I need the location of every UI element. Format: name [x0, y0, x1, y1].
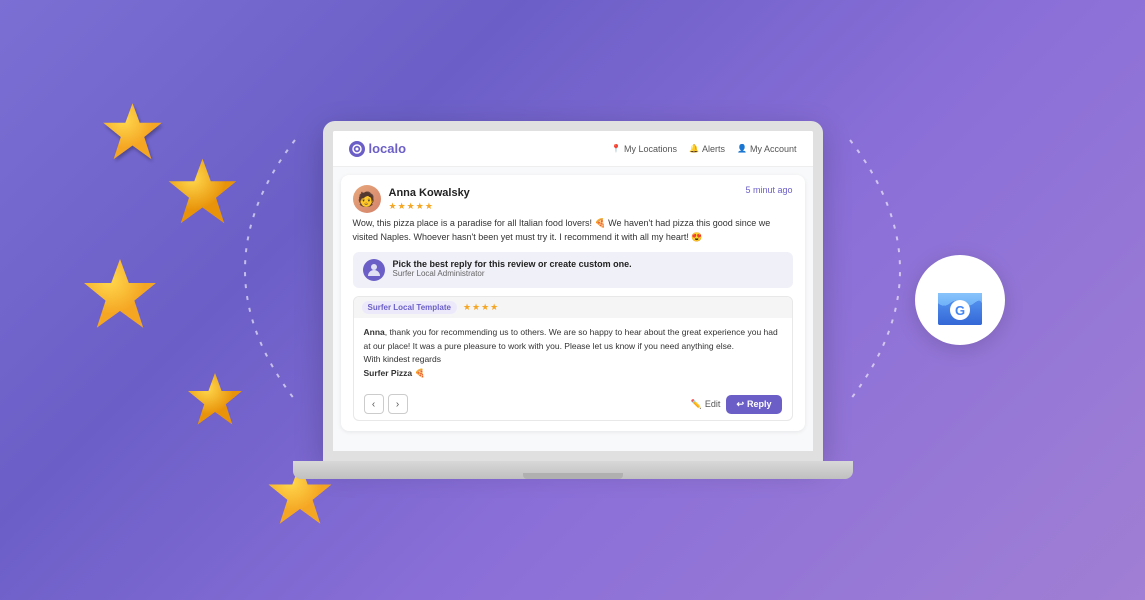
star-4: ★ — [416, 201, 424, 212]
prev-arrow-button[interactable]: ‹ — [364, 394, 384, 414]
reply-button[interactable]: ↩ Reply — [726, 395, 781, 414]
reviewer-name: Anna Kowalsky — [389, 187, 470, 199]
admin-subtitle: Surfer Local Administrator — [393, 269, 632, 278]
navbar: localo 📍 My Locations 🔔 Alerts 👤 — [333, 131, 813, 167]
laptop-base — [293, 461, 853, 479]
star-2: ★ — [398, 201, 406, 212]
nav-arrows: ‹ › — [364, 394, 408, 414]
action-buttons: ✏️ Edit ↩ Reply — [691, 395, 782, 414]
laptop-wrapper: localo 📍 My Locations 🔔 Alerts 👤 — [293, 121, 853, 479]
pencil-icon: ✏️ — [691, 399, 702, 410]
star-decoration-1 — [100, 100, 165, 170]
template-badge: Surfer Local Template — [362, 301, 457, 314]
star-decoration-4 — [185, 370, 245, 435]
template-footer: ‹ › ✏️ Edit ↩ Reply — [354, 388, 792, 420]
template-body: Anna, thank you for recommending us to o… — [354, 318, 792, 388]
template-closing: With kindest regards — [364, 354, 441, 364]
reply-icon: ↩ — [736, 399, 744, 410]
template-body-text: , thank you for recommending us to other… — [364, 327, 778, 351]
tstar-1: ★ — [463, 302, 471, 313]
nav-link-account[interactable]: 👤 My Account — [737, 144, 797, 154]
reviewer-info: Anna Kowalsky ★ ★ ★ ★ ★ — [389, 187, 470, 212]
svg-text:G: G — [955, 303, 965, 318]
reviewer-stars: ★ ★ ★ ★ ★ — [389, 201, 470, 212]
logo-text: localo — [369, 141, 407, 156]
nav-links: 📍 My Locations 🔔 Alerts 👤 My Account — [611, 144, 796, 154]
template-highlight: Anna — [364, 327, 385, 337]
reviewer-header: 🧑 Anna Kowalsky ★ ★ ★ ★ ★ — [353, 185, 793, 213]
tstar-3: ★ — [481, 302, 489, 313]
nav-link-alerts[interactable]: 🔔 Alerts — [689, 144, 725, 154]
time-ago: 5 minut ago — [745, 185, 792, 195]
star-1: ★ — [389, 201, 397, 212]
template-stars: ★ ★ ★ ★ — [463, 302, 498, 313]
logo-icon — [349, 141, 365, 157]
review-text: Wow, this pizza place is a paradise for … — [353, 217, 793, 244]
scene: localo 📍 My Locations 🔔 Alerts 👤 — [0, 0, 1145, 600]
star-decoration-3 — [80, 255, 160, 340]
alert-icon: 🔔 — [689, 144, 699, 153]
laptop-screen: localo 📍 My Locations 🔔 Alerts 👤 — [323, 121, 823, 461]
nav-link-locations[interactable]: 📍 My Locations — [611, 144, 677, 154]
tstar-4: ★ — [490, 302, 498, 313]
star-decoration-2 — [165, 155, 240, 235]
next-arrow-button[interactable]: › — [388, 394, 408, 414]
tstar-2: ★ — [472, 302, 480, 313]
admin-prompt: Pick the best reply for this review or c… — [393, 259, 632, 269]
star-3: ★ — [407, 201, 415, 212]
location-icon: 📍 — [611, 144, 621, 153]
google-store-svg: G — [930, 273, 990, 328]
avatar: 🧑 — [353, 185, 381, 213]
screen-content: localo 📍 My Locations 🔔 Alerts 👤 — [333, 131, 813, 451]
logo: localo — [349, 141, 407, 157]
reviewer-left: 🧑 Anna Kowalsky ★ ★ ★ ★ ★ — [353, 185, 470, 213]
star-5: ★ — [425, 201, 433, 212]
template-header: Surfer Local Template ★ ★ ★ ★ — [354, 297, 792, 318]
admin-text: Pick the best reply for this review or c… — [393, 259, 632, 278]
user-icon: 👤 — [737, 144, 747, 153]
template-signature: Surfer Pizza 🍕 — [364, 368, 426, 378]
google-badge: G — [915, 255, 1005, 345]
edit-button[interactable]: ✏️ Edit — [691, 399, 721, 410]
admin-suggestion-bar: Pick the best reply for this review or c… — [353, 252, 793, 288]
admin-avatar — [363, 259, 385, 281]
review-card: 🧑 Anna Kowalsky ★ ★ ★ ★ ★ — [341, 175, 805, 431]
template-box: Surfer Local Template ★ ★ ★ ★ Anna, than… — [353, 296, 793, 421]
